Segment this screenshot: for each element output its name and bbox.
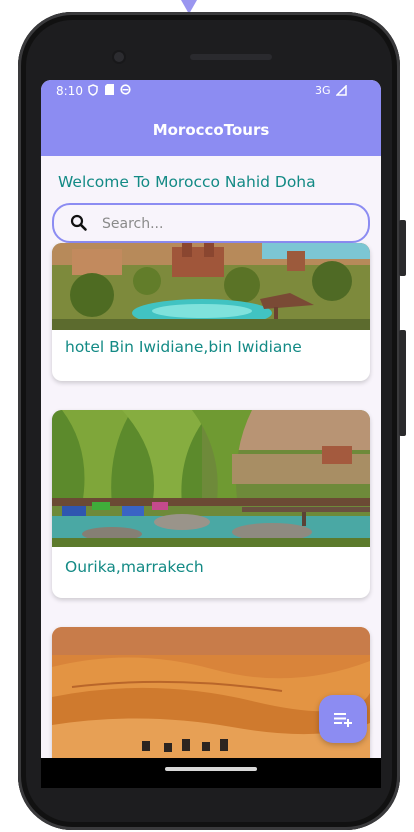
- status-bar: 8:10 3G: [41, 80, 381, 102]
- network-type: 3G: [315, 84, 331, 97]
- front-camera: [114, 52, 124, 62]
- app-screen: 8:10 3G MoroccoTours Welcome To Morocco …: [41, 80, 381, 758]
- power-button: [399, 220, 406, 276]
- tour-card[interactable]: hotel Bin Iwidiane,bin Iwidiane: [52, 243, 370, 381]
- search-bar[interactable]: [52, 203, 370, 243]
- tour-photo-hotel: [52, 243, 370, 330]
- data-saver-icon: [120, 84, 131, 98]
- tour-card[interactable]: Ourika,marrakech: [52, 410, 370, 598]
- shield-icon: [88, 84, 98, 99]
- sim-card-icon: [105, 84, 114, 98]
- tour-photo-ourika: [52, 410, 370, 547]
- signal-icon: [335, 84, 347, 99]
- status-time: 8:10: [56, 84, 83, 98]
- tour-caption: hotel Bin Iwidiane,bin Iwidiane: [65, 338, 302, 356]
- app-bar: 8:10 3G MoroccoTours: [41, 80, 381, 156]
- home-indicator[interactable]: [165, 767, 257, 771]
- volume-button: [399, 330, 406, 436]
- search-icon: [70, 214, 88, 232]
- bottom-bezel: [41, 758, 381, 788]
- welcome-text: Welcome To Morocco Nahid Doha: [58, 173, 316, 191]
- app-title: MoroccoTours: [152, 121, 270, 139]
- tour-caption: Ourika,marrakech: [65, 558, 204, 576]
- search-input[interactable]: [100, 211, 354, 237]
- earpiece-speaker: [190, 54, 272, 60]
- playlist-add-icon: [319, 713, 367, 746]
- add-tour-button[interactable]: [319, 695, 367, 743]
